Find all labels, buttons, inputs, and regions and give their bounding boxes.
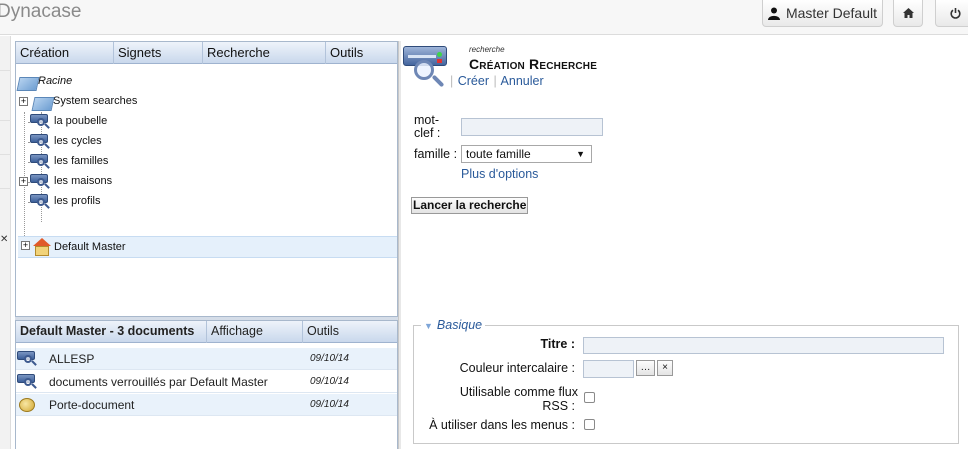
search-icon xyxy=(30,193,52,210)
document-title: Porte-document xyxy=(49,397,135,412)
tree-panel: Création Signets Recherche Outils Racine… xyxy=(15,41,398,317)
title-label: Titre : xyxy=(540,337,576,351)
menu-display[interactable]: Affichage xyxy=(207,321,303,343)
power-icon xyxy=(949,7,961,19)
rss-checkbox[interactable] xyxy=(584,392,595,403)
collapse-arrow-icon[interactable]: ✕ xyxy=(0,234,8,245)
folder-icon xyxy=(18,74,36,89)
search-icon xyxy=(30,113,52,130)
chevron-down-icon: ▼ xyxy=(576,149,585,159)
expand-icon[interactable]: + xyxy=(19,177,28,186)
tree-node-families[interactable]: les familles xyxy=(30,152,108,170)
vertical-splitter[interactable] xyxy=(398,41,401,449)
sidebar-divider xyxy=(0,154,11,155)
form-actions: | Créer | Annuler xyxy=(450,74,544,88)
document-row[interactable]: Porte-document 09/10/14 xyxy=(16,394,397,416)
menu-search[interactable]: Recherche xyxy=(203,42,326,64)
tree-node-label: les familles xyxy=(54,155,109,167)
logout-button[interactable] xyxy=(935,0,968,27)
tree-node-label: Default Master xyxy=(54,241,126,253)
color-input[interactable] xyxy=(583,360,634,378)
document-row[interactable]: documents verrouillés par Default Master… xyxy=(16,371,397,393)
sidebar-divider xyxy=(0,120,11,121)
document-list-header: Default Master - 3 documents Affichage O… xyxy=(16,321,397,343)
tree-node-label: les maisons xyxy=(54,175,113,187)
family-select[interactable]: toute famille ▼ xyxy=(461,145,592,163)
more-options-link[interactable]: Plus d'options xyxy=(461,167,538,181)
sidebar-divider xyxy=(0,70,11,71)
tree-menubar: Création Signets Recherche Outils xyxy=(16,42,397,64)
document-date: 09/10/14 xyxy=(310,353,349,364)
document-date: 09/10/14 xyxy=(310,399,349,410)
family-select-value: toute famille xyxy=(466,147,531,161)
home-button[interactable] xyxy=(893,0,923,27)
tree-node-label: System searches xyxy=(53,95,138,107)
cancel-link[interactable]: Annuler xyxy=(501,74,544,88)
document-date: 09/10/14 xyxy=(310,376,349,387)
tree-node-system-searches[interactable]: System searches xyxy=(33,92,137,110)
search-icon xyxy=(30,153,52,170)
menu-creation[interactable]: Création xyxy=(16,42,114,64)
title-input[interactable] xyxy=(583,337,944,354)
user-button[interactable]: Master Default xyxy=(762,0,883,27)
tree-node-label: la poubelle xyxy=(54,115,108,127)
keyword-input[interactable] xyxy=(461,118,603,136)
color-label: Couleur intercalaire : xyxy=(459,361,575,375)
tree-node-default-master[interactable]: Default Master xyxy=(32,238,126,256)
form-title: Création Recherche xyxy=(469,56,598,72)
basic-section-title: Basique xyxy=(436,318,483,332)
menu-tools[interactable]: Outils xyxy=(326,42,397,64)
user-icon xyxy=(767,7,780,20)
menu-bookmarks[interactable]: Signets xyxy=(114,42,203,64)
collapse-triangle-icon: ▼ xyxy=(424,321,433,331)
menus-label: À utiliser dans les menus : xyxy=(429,418,575,432)
tree-node-trash[interactable]: la poubelle xyxy=(30,112,107,130)
tree-node-root[interactable]: Racine xyxy=(18,72,72,90)
folder-icon xyxy=(33,94,51,109)
rss-label-1: Utilisable comme flux xyxy=(459,385,578,399)
collapsed-sidebar[interactable]: ✕ xyxy=(0,36,11,449)
launch-search-button[interactable]: Lancer la recherche xyxy=(411,197,528,214)
app-title: Dynacase xyxy=(0,1,82,22)
home-icon xyxy=(902,8,914,18)
house-icon xyxy=(32,238,52,256)
search-icon xyxy=(30,133,52,150)
folder-tree: Racine + System searches la poubelle les… xyxy=(16,64,397,316)
tree-node-houses[interactable]: les maisons xyxy=(30,172,112,190)
document-title: ALLESP xyxy=(49,351,95,366)
keyword-label-2: clef : xyxy=(414,126,441,140)
create-link[interactable]: Créer xyxy=(458,74,489,88)
tree-node-cycles[interactable]: les cycles xyxy=(30,132,102,150)
search-icon xyxy=(30,173,52,190)
form-subtitle: recherche xyxy=(469,45,505,54)
menus-checkbox[interactable] xyxy=(584,419,595,430)
sidebar-divider xyxy=(0,188,11,189)
tree-node-label: Racine xyxy=(38,75,73,87)
family-label: famille : xyxy=(414,147,458,161)
expand-icon[interactable]: + xyxy=(19,97,28,106)
search-icon xyxy=(17,373,39,390)
color-clear-button[interactable]: × xyxy=(657,360,673,376)
search-document-icon xyxy=(402,43,452,89)
expand-icon[interactable]: + xyxy=(21,241,30,250)
search-icon xyxy=(17,350,39,367)
document-list-title: Default Master - 3 documents xyxy=(16,321,207,343)
basic-section-legend[interactable]: ▼ Basique xyxy=(421,318,486,332)
color-picker-button[interactable]: … xyxy=(636,360,655,376)
top-bar: Dynacase Master Default xyxy=(0,0,968,35)
menu-doc-tools[interactable]: Outils xyxy=(303,321,397,343)
document-list: Default Master - 3 documents Affichage O… xyxy=(15,320,398,449)
tree-node-label: les profils xyxy=(54,195,101,207)
tree-node-profiles[interactable]: les profils xyxy=(30,192,100,210)
rss-label-2: RSS : xyxy=(542,399,575,413)
document-title: documents verrouillés par Default Master xyxy=(49,374,268,389)
document-row[interactable]: ALLESP 09/10/14 xyxy=(16,348,397,370)
briefcase-icon xyxy=(17,396,39,414)
user-button-label: Master Default xyxy=(785,5,878,21)
tree-node-label: les cycles xyxy=(54,135,102,147)
